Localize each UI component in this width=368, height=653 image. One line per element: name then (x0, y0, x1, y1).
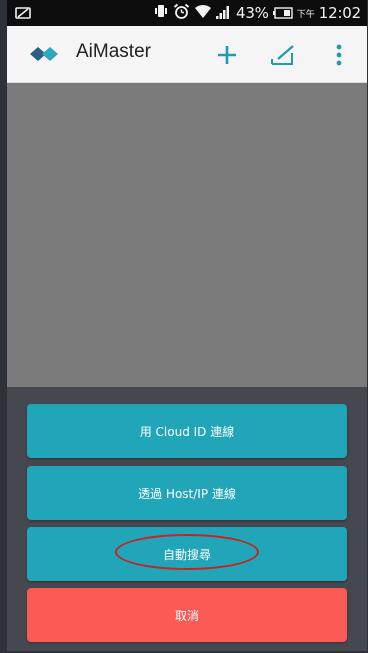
add-icon[interactable] (212, 40, 242, 70)
screenshot-notification-icon (15, 5, 31, 24)
aimaster-logo-icon (29, 44, 61, 68)
battery-percent: 43% (236, 4, 269, 22)
dimmed-content-area (7, 83, 367, 387)
vibrate-icon (153, 3, 169, 23)
clock-time: 12:02 (318, 4, 361, 22)
cancel-button[interactable]: 取消 (27, 588, 347, 642)
battery-icon (272, 4, 293, 23)
connect-options-sheet: 用 Cloud ID 連線 透過 Host/IP 連線 自動搜尋 取消 (7, 387, 367, 651)
overflow-menu-icon[interactable] (327, 40, 351, 70)
app-title: AiMaster (76, 41, 151, 62)
status-bar: 43% 下午 12:02 (7, 0, 367, 26)
edit-icon[interactable] (268, 40, 298, 70)
auto-search-button[interactable]: 自動搜尋 (27, 527, 347, 581)
cloud-id-connect-button[interactable]: 用 Cloud ID 連線 (27, 404, 347, 458)
action-bar: AiMaster (7, 26, 367, 83)
host-ip-connect-button[interactable]: 透過 Host/IP 連線 (27, 466, 347, 520)
phone-screen: 43% 下午 12:02 AiMaster 用 Cloud ID 連線 透過 H… (7, 0, 367, 651)
signal-icon (216, 4, 232, 23)
wifi-icon (194, 3, 212, 23)
clock-ampm: 下午 (296, 9, 315, 20)
alarm-icon (173, 3, 190, 24)
